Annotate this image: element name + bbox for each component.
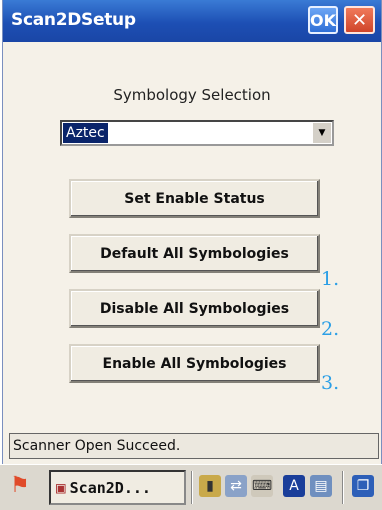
- annotation-3: 3.: [321, 372, 340, 394]
- input-mode-icon[interactable]: A: [283, 475, 305, 497]
- title-bar: Scan2DSetup OK ✕: [3, 0, 381, 42]
- symbology-dropdown[interactable]: Aztec ▼: [60, 120, 334, 146]
- tray-divider: [191, 471, 193, 504]
- battery-icon[interactable]: ▮: [199, 475, 221, 497]
- switch-window-icon[interactable]: ❐: [352, 475, 374, 497]
- keyboard-icon[interactable]: ⌨: [251, 475, 273, 497]
- window-title: Scan2DSetup: [11, 10, 136, 30]
- scanner-app-icon: ▣: [56, 478, 66, 497]
- symbology-label: Symbology Selection: [113, 86, 271, 104]
- task-scan2d-button[interactable]: ▣ Scan2D...: [49, 470, 186, 505]
- tray-divider-2: [342, 471, 344, 504]
- ok-button[interactable]: OK: [308, 6, 338, 34]
- task-label: Scan2D...: [69, 478, 151, 497]
- annotation-1: 1.: [321, 268, 340, 290]
- app-window: Scan2DSetup OK ✕ Symbology Selection Azt…: [2, 0, 382, 509]
- close-icon: ✕: [351, 9, 368, 31]
- annotation-2: 2.: [321, 318, 340, 340]
- enable-all-symbologies-button[interactable]: Enable All Symbologies: [69, 344, 320, 383]
- windows-flag-icon[interactable]: ⚑: [10, 473, 30, 498]
- chevron-down-icon[interactable]: ▼: [312, 123, 331, 143]
- desktop-icon[interactable]: ▤: [310, 475, 332, 497]
- set-enable-status-button[interactable]: Set Enable Status: [69, 179, 320, 218]
- taskbar: ⚑ ▣ Scan2D... ▮ ⇄ ⌨ A ▤ ❐: [0, 464, 382, 510]
- close-button[interactable]: ✕: [344, 6, 375, 34]
- connectivity-icon[interactable]: ⇄: [225, 475, 247, 497]
- symbology-selected-value: Aztec: [63, 123, 108, 143]
- default-all-symbologies-button[interactable]: Default All Symbologies: [69, 234, 320, 273]
- status-bar: Scanner Open Succeed.: [9, 433, 379, 459]
- disable-all-symbologies-button[interactable]: Disable All Symbologies: [69, 289, 320, 328]
